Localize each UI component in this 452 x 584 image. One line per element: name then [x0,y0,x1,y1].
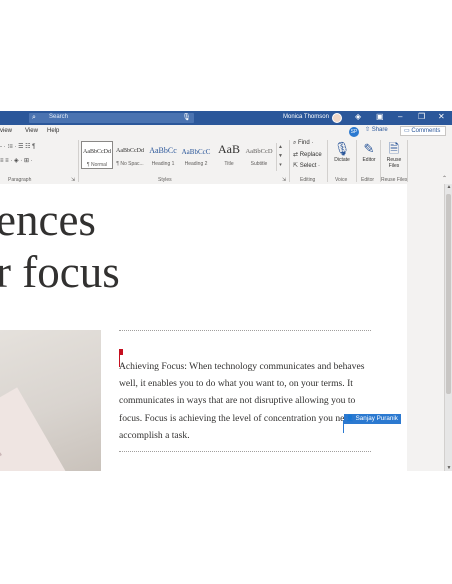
document-page[interactable]: ences r focus Achieving Focus: When tech… [0,184,407,471]
style-heading-1[interactable]: AaBbCc Heading 1 [147,141,179,169]
editor-label: Editor [362,157,376,163]
paragraph-launcher-icon[interactable]: ⇲ [71,177,75,183]
replace-label: Replace [299,152,322,158]
close-icon[interactable]: ✕ [438,112,445,121]
tab-help[interactable]: Help [47,128,59,134]
pen-icon: ✎ [363,141,375,156]
word-window: ⌕ Search 🎙 Monica Thomson ◈ ▣ – ❐ ✕ view… [0,111,452,471]
title-line-2: r focus [0,247,120,297]
styles-launcher-icon[interactable]: ⇲ [282,177,286,183]
scrollbar-thumb[interactable] [446,194,451,394]
restore-icon[interactable]: ❐ [418,112,425,121]
dictate-button[interactable]: 🎙 Dictate [329,141,355,163]
tab-view[interactable]: View [25,128,38,134]
collaborator-avatar[interactable]: SP [349,127,359,137]
user-name[interactable]: Monica Thomson [283,114,329,120]
person-icon: 👤 [346,415,356,422]
share-label: Share [371,127,388,133]
replace-button[interactable]: ⇄ Replace [293,151,322,158]
comments-label: Comments [411,128,441,134]
chevron-down-icon: · [316,163,321,169]
search-icon: ⌕ [32,114,36,121]
comments-button[interactable]: ▭ Comments [400,126,446,136]
reuse-files-icon: 🗎 [388,141,400,156]
editor-group-label: Editor [361,177,375,183]
find-label: Find [298,140,310,146]
microphone-icon[interactable]: 🎙 [182,113,191,121]
more-icon[interactable]: ▾ [279,162,282,168]
editing-label: Editing [300,177,316,183]
style-no-spacing[interactable]: AaBbCcDd ¶ No Spac... [114,141,146,169]
style-name: Subtitle [250,161,268,167]
chevron-down-icon: · [309,140,314,146]
tab-review[interactable]: view [0,128,12,134]
style-preview: AaBbCc [149,146,177,155]
vertical-scrollbar[interactable]: ▲ ▼ [444,184,452,471]
minimize-icon[interactable]: – [398,112,402,121]
building-shape [0,387,73,471]
style-subtitle[interactable]: AaBbCcD Subtitle [243,141,275,169]
style-normal[interactable]: AaBbCcDd ¶ Normal [81,141,113,169]
style-name: Heading 2 [184,161,208,167]
alignment-icon[interactable]: ≡ ≡ · ◈ · ⊞ · [0,157,33,164]
layout-icon[interactable]: ▣ [376,112,384,121]
list-options-icon[interactable]: - · ⁝≡ · ☰ ☷ ¶ [0,143,35,150]
style-name: Title [224,161,234,167]
title-line-1: ences [0,195,96,245]
reuse-files-label: Reuse Files [381,177,408,183]
share-icon: ⇧ [365,127,372,133]
collaborator-tag[interactable]: 👤 Sanjay Puranik [344,414,401,424]
divider-bottom [119,451,371,452]
style-heading-2[interactable]: AaBbCcC Heading 2 [180,141,212,169]
styles-gallery: AaBbCcDd ¶ Normal AaBbCcDd ¶ No Spac... … [81,141,285,171]
style-preview: AaBbCcDd [83,149,111,155]
chevron-down-icon[interactable]: ▼ [278,153,283,159]
style-title[interactable]: AaB Title [213,141,245,169]
chevron-up-icon[interactable]: ▲ [278,144,283,150]
separator [407,140,408,182]
style-preview: AaBbCcD [245,148,273,155]
style-preview: AaBbCcDd [116,148,144,154]
divider-top [119,330,371,331]
find-button[interactable]: ⌕ Find · [293,140,313,147]
select-icon: ⇱ [293,163,300,169]
collaborator-name: Sanjay Puranik [355,415,398,422]
title-bar: ⌕ Search 🎙 Monica Thomson ◈ ▣ – ❐ ✕ [0,111,452,125]
microphone-icon: 🎙 [333,141,351,156]
replace-icon: ⇄ [293,152,300,158]
gallery-scroll[interactable]: ▲ ▼ ▾ [276,143,284,171]
collapse-ribbon-icon[interactable]: ⌃ [442,175,447,182]
style-name: ¶ Normal [86,162,108,168]
separator [289,140,290,182]
reuse-files-button[interactable]: 🗎 Reuse Files [381,141,407,169]
select-button[interactable]: ⇱ Select · [293,162,320,169]
paragraph-label: Paragraph [8,177,32,183]
search-box[interactable]: ⌕ Search 🎙 [29,113,194,123]
reuse-line2: Files [388,163,400,169]
style-preview: AaB [218,142,240,156]
scroll-up-icon[interactable]: ▲ [445,184,452,190]
building-photo [0,330,101,471]
dictate-label: Dictate [334,157,350,163]
editor-button[interactable]: ✎ Editor [356,141,382,163]
separator [78,140,79,182]
search-placeholder: Search [49,114,69,120]
share-button[interactable]: ⇧ Share [365,126,388,133]
select-label: Select [299,163,317,169]
ribbon: - · ⁝≡ · ☰ ☷ ¶ ≡ ≡ · ◈ · ⊞ · Paragraph ⇲… [0,137,452,185]
scroll-down-icon[interactable]: ▼ [445,465,452,471]
styles-label: Styles [158,177,172,183]
side-area: ▲ ▼ [407,184,452,471]
separator [327,140,328,182]
style-name: Heading 1 [151,161,175,167]
diamond-icon[interactable]: ◈ [355,112,361,121]
body-paragraph[interactable]: Achieving Focus: When technology communi… [119,358,373,444]
voice-label: Voice [335,177,348,183]
style-preview: AaBbCcC [181,148,211,156]
menu-bar: view View Help SP ⇧ Share ▭ Comments [0,125,452,137]
style-name: ¶ No Spac... [116,161,144,167]
user-avatar[interactable] [332,113,342,123]
